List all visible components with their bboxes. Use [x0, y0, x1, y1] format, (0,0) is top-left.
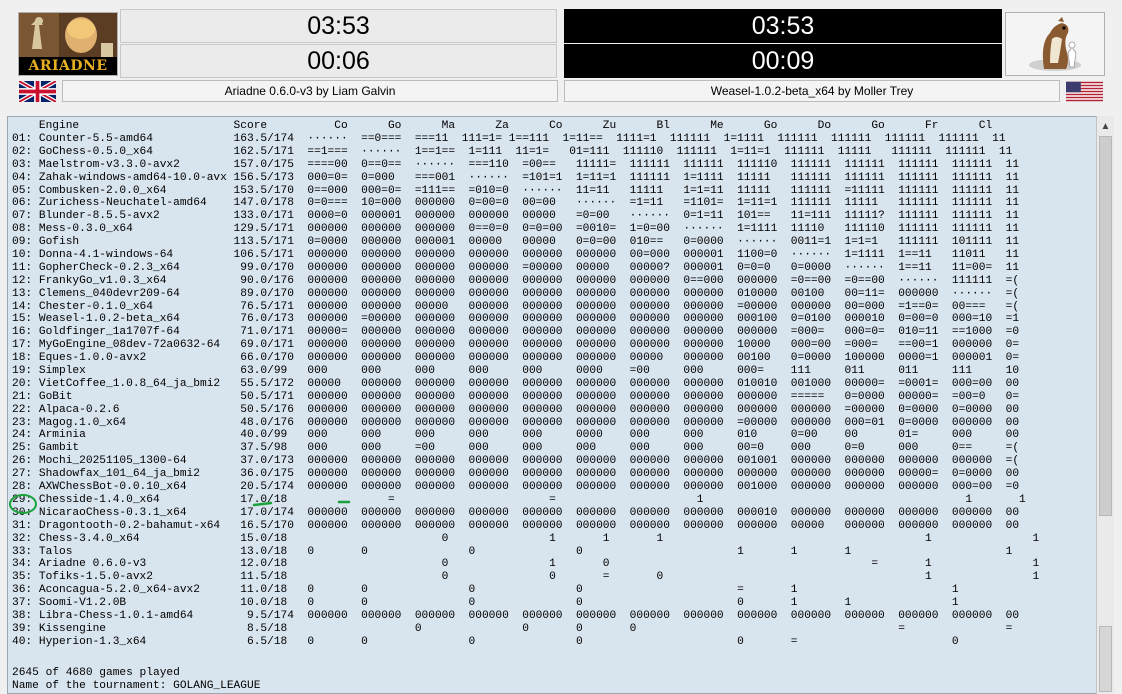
white-move-clock: 00:06 — [120, 44, 557, 78]
scrollbar-lower-track[interactable] — [1099, 626, 1112, 692]
ariadne-logo: ARIADNE — [18, 12, 118, 76]
weasel-logo-art — [1006, 13, 1104, 75]
annotation-marks — [9, 494, 351, 514]
black-move-clock: 00:09 — [564, 44, 1002, 78]
annotation-circle — [9, 494, 37, 514]
black-total-clock: 03:53 — [564, 9, 1002, 43]
crosstable-scrollbar[interactable]: ▲ — [1096, 116, 1114, 694]
scrollbar-thumb[interactable] — [1099, 136, 1112, 516]
ariadne-logo-text: ARIADNE — [28, 58, 108, 74]
uk-flag-icon — [17, 79, 58, 104]
us-flag-icon — [1066, 81, 1103, 102]
scroll-up-arrow-icon[interactable]: ▲ — [1097, 118, 1114, 135]
annotation-dash-1 — [252, 501, 273, 507]
crosstable-panel[interactable]: Engine Score Co Go Ma Za Co Zu Bl Me Go … — [7, 116, 1105, 694]
black-player-name: Weasel-1.0.2-beta_x64 by Moller Trey — [564, 80, 1060, 102]
white-total-clock: 03:53 — [120, 9, 557, 43]
white-player-name: Ariadne 0.6.0-v3 by Liam Galvin — [62, 80, 558, 102]
weasel-logo — [1005, 12, 1105, 76]
